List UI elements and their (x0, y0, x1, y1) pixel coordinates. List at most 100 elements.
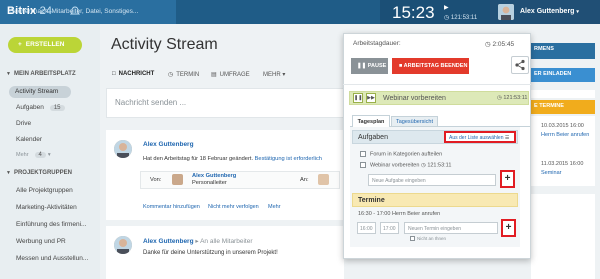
clock-icon: ◷ (497, 95, 502, 101)
new-event-input[interactable]: Neuen Termin eingeben (404, 222, 498, 234)
event-date: 11.03.2015 16:00 (541, 161, 584, 167)
time-from-input[interactable]: 16:00 (357, 222, 376, 234)
search-placeholder: Suchen nach: Mitarbeiter, Datei, Sonstig… (10, 8, 139, 15)
tab-label: UMFRAGE (219, 72, 250, 78)
sidebar-item-fairs[interactable]: Messen und Ausstellun... (16, 255, 88, 262)
count-badge: 4 (34, 152, 46, 158)
task-item[interactable]: Webinar vorbereiten ◷ 121:53:11 (360, 162, 451, 168)
add-task-button[interactable]: + (500, 170, 515, 188)
unfollow-link[interactable]: Nicht mehr verfolgen (208, 204, 259, 210)
widget-header: RMENS (531, 43, 595, 59)
time-to-input[interactable]: 17:00 (380, 222, 399, 234)
clock-icon: ◷ (485, 41, 491, 48)
tab-label: MEHR (263, 72, 281, 78)
post-text-main: Hat den Arbeitstag für 18 Februar geände… (143, 156, 254, 162)
end-workday-button[interactable]: ■ ARBEITSTAG BEENDEN (392, 58, 469, 74)
workday-timer-value: 2:05:45 (492, 41, 515, 48)
composer-placeholder: Nachricht senden ... (115, 98, 187, 107)
sidebar-item-label: Mehr (16, 152, 29, 158)
to-label: An: (300, 177, 309, 183)
section-project-groups[interactable]: ▼ PROJEKTGRUPPEN (6, 170, 72, 176)
sidebar-item-activity-stream[interactable]: Activity Stream (9, 86, 71, 98)
user-name[interactable]: Alex Guttenberg ▾ (520, 8, 579, 15)
sidebar-item-more[interactable]: Mehr 4 ▾ (16, 152, 51, 158)
task-item[interactable]: Forum in Kategorien aufteilen (360, 151, 442, 157)
current-task-time-value: 121:53:11 (503, 95, 528, 101)
divider (343, 84, 531, 85)
share-icon[interactable] (511, 56, 529, 74)
sidebar-item-calendar[interactable]: Kalender (16, 136, 42, 143)
pause-button-label: PAUSE (367, 63, 387, 69)
workday-duration-label: Arbeitstagdauer: (353, 40, 401, 47)
clock-elapsed: ◷ 121:53:11 (444, 15, 478, 21)
post-author[interactable]: Alex Guttenberg ▸ An alle Mitarbeiter (143, 237, 252, 245)
avatar (498, 4, 514, 20)
page-title: Activity Stream (111, 36, 218, 53)
busy-checkbox-label[interactable]: Nicht an Ihnen (410, 236, 447, 242)
collapse-icon: ▼ (6, 71, 11, 77)
add-event-button[interactable]: + (501, 219, 516, 237)
avatar[interactable] (114, 236, 132, 254)
chevron-down-icon: ▾ (576, 9, 579, 15)
create-button[interactable]: + ERSTELLEN (8, 37, 82, 53)
post-text: Hat den Arbeitstag für 18 Februar geände… (143, 156, 322, 162)
post-recipients-text: An alle Mitarbeiter (200, 238, 253, 245)
avatar (172, 174, 183, 185)
post-author[interactable]: Alex Guttenberg (143, 141, 194, 148)
tab-event[interactable]: ◷ TERMIN (168, 71, 199, 78)
post-recipients: ▸ An alle Mitarbeiter (195, 238, 253, 245)
current-task-time: ◷ 121:53:11 (497, 95, 527, 101)
plus-icon: + (18, 41, 22, 48)
tab-message[interactable]: □ NACHRICHT (112, 71, 154, 77)
new-task-input[interactable]: Neue Aufgabe eingeben (368, 174, 496, 186)
shift-change-box (140, 171, 340, 189)
clock-icon: ◷ (420, 162, 426, 169)
pause-icon[interactable]: ❚❚ (353, 93, 363, 103)
play-icon: ▶ (444, 5, 449, 11)
sidebar-item-all-groups[interactable]: Alle Projektgruppen (16, 187, 73, 194)
tab-day-overview[interactable]: Tagesübersicht (391, 116, 438, 127)
events-header: E TERMINE (531, 100, 595, 114)
collapse-icon: ▼ (6, 170, 11, 176)
sidebar-item-advertising[interactable]: Werbung und PR (16, 238, 66, 245)
invite-button[interactable]: ER EINLADEN (531, 68, 595, 82)
checkbox[interactable] (410, 236, 415, 242)
select-from-list-button[interactable]: Aus der Liste auswählen ☰ (444, 131, 516, 143)
sidebar-item-tasks[interactable]: Aufgaben 15 (16, 104, 65, 111)
clock-elapsed-value: 121:53:11 (450, 15, 478, 21)
add-comment-link[interactable]: Kommentar hinzufügen (143, 204, 200, 210)
from-role: Personalleiter (192, 180, 227, 186)
select-from-list-label: Aus der Liste auswählen (449, 135, 504, 141)
event-link[interactable]: Seminar (541, 170, 561, 176)
tab-day-plan[interactable]: Tagesplan (352, 115, 390, 127)
task-label: Forum in Kategorien aufteilen (370, 151, 443, 158)
section-label: MEIN ARBEITSPLATZ (13, 71, 76, 77)
tab-poll[interactable]: ▤ UMFRAGE (211, 71, 250, 78)
avatar[interactable] (114, 140, 132, 158)
checkbox[interactable] (360, 162, 366, 168)
sidebar-item-introduction[interactable]: Einführung des firmeni... (16, 221, 86, 228)
busy-label-text: Nicht an Ihnen (417, 236, 447, 241)
from-name[interactable]: Alex Guttenberg (192, 173, 236, 179)
tab-more[interactable]: MEHR ▾ (263, 71, 285, 78)
clock-time: 15:23 (392, 3, 435, 22)
chevron-down-icon: ▾ (47, 152, 51, 158)
sidebar-item-marketing[interactable]: Marketing-Aktivitäten (16, 204, 77, 211)
end-workday-label: ARBEITSTAG BEENDEN (403, 63, 468, 69)
event-link[interactable]: Herrn Beier anrufen (541, 132, 589, 138)
sidebar-item-label: Aufgaben (16, 104, 44, 111)
workday-timer: ◷ 2:05:45 (485, 40, 514, 48)
more-link[interactable]: Mehr (268, 204, 281, 210)
search-input[interactable] (176, 0, 380, 24)
event-item[interactable]: 16:30 - 17:00 Herrn Beier anrufen (358, 211, 440, 217)
avatar (318, 174, 329, 185)
confirm-link[interactable]: Bestätigung ist erforderlich (255, 156, 322, 162)
skip-icon[interactable]: ▶▶ (366, 93, 376, 103)
pause-button[interactable]: ❚❚ PAUSE (351, 58, 388, 74)
sidebar-item-drive[interactable]: Drive (16, 120, 31, 127)
section-my-workspace[interactable]: ▼ MEIN ARBEITSPLATZ (6, 71, 76, 77)
create-button-label: ERSTELLEN (25, 41, 65, 48)
stop-icon: ■ (399, 63, 403, 69)
task-time: 121:53:11 (427, 162, 452, 169)
checkbox[interactable] (360, 151, 366, 157)
